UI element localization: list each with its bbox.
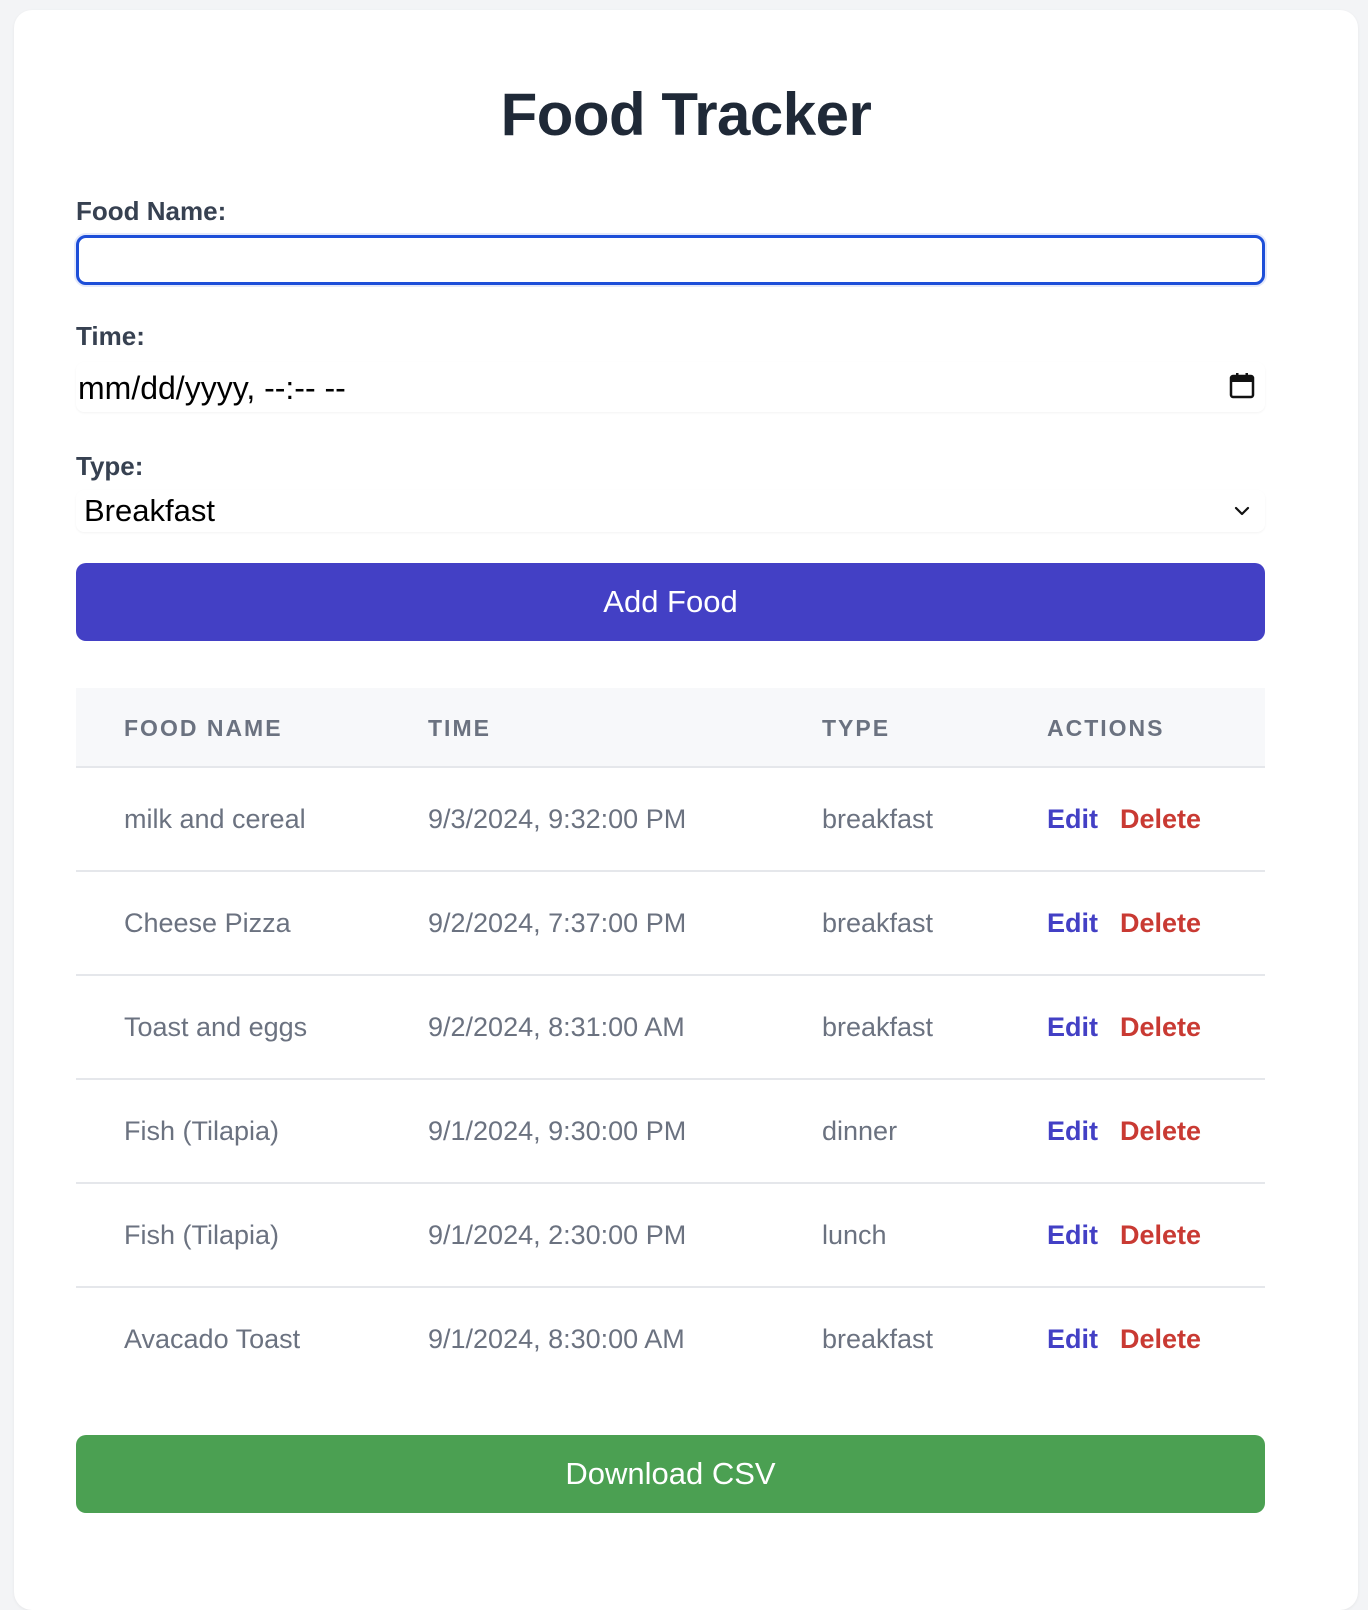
edit-button[interactable]: Edit bbox=[1047, 1116, 1098, 1147]
cell-food-name: milk and cereal bbox=[124, 804, 306, 834]
edit-button[interactable]: Edit bbox=[1047, 1012, 1098, 1043]
cell-type: breakfast bbox=[822, 1012, 934, 1042]
header-time: TIME bbox=[428, 715, 491, 741]
cell-food-name: Toast and eggs bbox=[124, 1012, 308, 1042]
delete-button[interactable]: Delete bbox=[1120, 1324, 1201, 1355]
edit-button[interactable]: Edit bbox=[1047, 1220, 1098, 1251]
header-actions: ACTIONS bbox=[1047, 715, 1165, 741]
food-table: FOOD NAME TIME TYPE ACTIONS milk and cer… bbox=[76, 688, 1265, 1392]
delete-button[interactable]: Delete bbox=[1120, 1220, 1201, 1251]
download-csv-button[interactable]: Download CSV bbox=[76, 1435, 1265, 1513]
food-name-input[interactable] bbox=[76, 235, 1265, 285]
time-label: Time: bbox=[76, 321, 145, 351]
cell-food-name: Fish (Tilapia) bbox=[124, 1116, 280, 1146]
delete-button[interactable]: Delete bbox=[1120, 1116, 1201, 1147]
delete-button[interactable]: Delete bbox=[1120, 908, 1201, 939]
cell-type: breakfast bbox=[822, 1324, 934, 1354]
table-row: Fish (Tilapia) 9/1/2024, 2:30:00 PM lunc… bbox=[76, 1184, 1265, 1288]
cell-food-name: Avacado Toast bbox=[124, 1324, 301, 1354]
edit-button[interactable]: Edit bbox=[1047, 804, 1098, 835]
food-name-label: Food Name: bbox=[76, 196, 227, 226]
edit-button[interactable]: Edit bbox=[1047, 908, 1098, 939]
add-food-button[interactable]: Add Food bbox=[76, 563, 1265, 641]
cell-type: breakfast bbox=[822, 908, 934, 938]
cell-time: 9/1/2024, 9:30:00 PM bbox=[428, 1116, 687, 1146]
table-row: milk and cereal 9/3/2024, 9:32:00 PM bre… bbox=[76, 768, 1265, 872]
page-title: Food Tracker bbox=[500, 81, 872, 148]
delete-button[interactable]: Delete bbox=[1120, 1012, 1201, 1043]
table-row: Toast and eggs 9/2/2024, 8:31:00 AM brea… bbox=[76, 976, 1265, 1080]
cell-type: lunch bbox=[822, 1220, 887, 1250]
table-header: FOOD NAME TIME TYPE ACTIONS bbox=[76, 688, 1265, 768]
edit-button[interactable]: Edit bbox=[1047, 1324, 1098, 1355]
cell-type: dinner bbox=[822, 1116, 898, 1146]
chevron-down-icon bbox=[1233, 502, 1251, 520]
cell-time: 9/2/2024, 7:37:00 PM bbox=[428, 908, 687, 938]
time-input[interactable]: mm/dd/yyyy, --:-- -- bbox=[76, 362, 1265, 412]
table-row: Fish (Tilapia) 9/1/2024, 9:30:00 PM dinn… bbox=[76, 1080, 1265, 1184]
cell-time: 9/1/2024, 2:30:00 PM bbox=[428, 1220, 687, 1250]
cell-time: 9/2/2024, 8:31:00 AM bbox=[428, 1012, 685, 1042]
cell-food-name: Cheese Pizza bbox=[124, 908, 291, 938]
table-row: Cheese Pizza 9/2/2024, 7:37:00 PM breakf… bbox=[76, 872, 1265, 976]
food-tracker-card: Food Tracker Food Name: Time: mm/dd/yyyy… bbox=[14, 10, 1358, 1610]
type-label: Type: bbox=[76, 451, 144, 481]
delete-button[interactable]: Delete bbox=[1120, 804, 1201, 835]
table-row: Avacado Toast 9/1/2024, 8:30:00 AM break… bbox=[76, 1288, 1265, 1392]
calendar-icon[interactable] bbox=[1229, 372, 1255, 400]
header-type: TYPE bbox=[822, 715, 891, 741]
type-select-value: Breakfast bbox=[84, 493, 215, 528]
time-input-value: mm/dd/yyyy, --:-- -- bbox=[78, 370, 346, 406]
cell-time: 9/3/2024, 9:32:00 PM bbox=[428, 804, 687, 834]
header-food-name: FOOD NAME bbox=[124, 715, 283, 741]
cell-food-name: Fish (Tilapia) bbox=[124, 1220, 280, 1250]
cell-type: breakfast bbox=[822, 804, 934, 834]
type-select[interactable]: Breakfast bbox=[76, 490, 1265, 532]
cell-time: 9/1/2024, 8:30:00 AM bbox=[428, 1324, 685, 1354]
